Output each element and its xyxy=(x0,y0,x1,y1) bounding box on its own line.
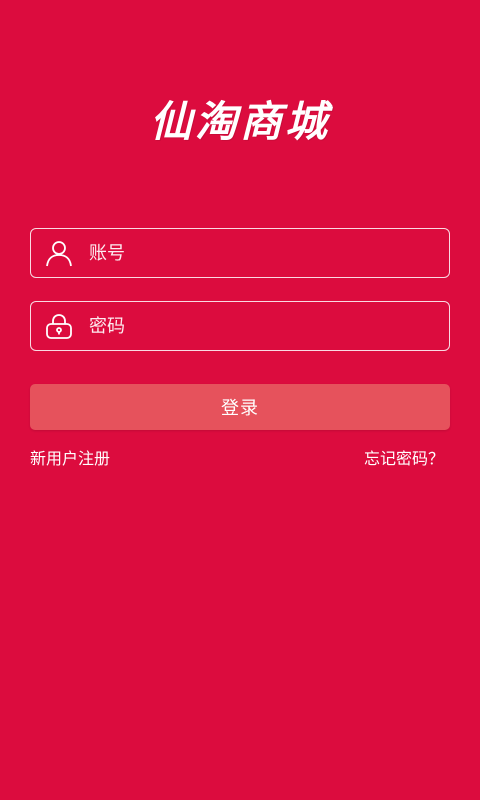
app-logo-title: 仙淘商城 xyxy=(149,97,330,146)
account-field[interactable] xyxy=(30,228,450,278)
user-icon xyxy=(45,239,73,267)
login-screen: 仙淘商城 登录 新用户注册 忘记密码？ xyxy=(0,0,480,800)
login-button[interactable]: 登录 xyxy=(30,384,450,430)
password-input[interactable] xyxy=(89,302,437,350)
register-link[interactable]: 新用户注册 xyxy=(30,445,110,469)
lock-icon xyxy=(45,312,73,340)
password-field[interactable] xyxy=(30,301,450,351)
forgot-password-link[interactable]: 忘记密码？ xyxy=(364,445,444,469)
account-input[interactable] xyxy=(89,229,437,277)
